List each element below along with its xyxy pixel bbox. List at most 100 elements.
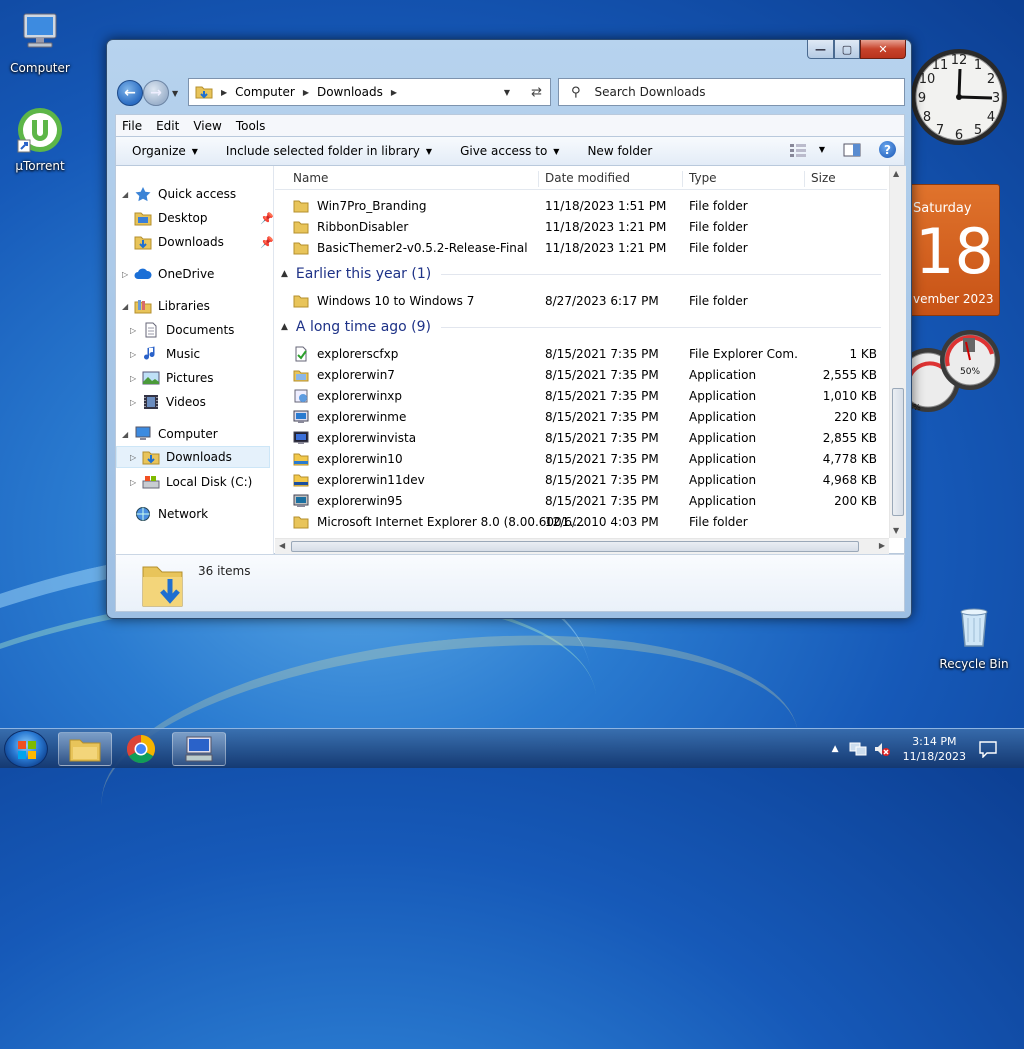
svg-text:5: 5 xyxy=(974,123,982,138)
application-icon xyxy=(294,389,308,402)
menu-file[interactable]: File xyxy=(122,119,142,133)
file-row[interactable]: Win7Pro_Branding 11/18/2023 1:51 PM File… xyxy=(275,195,887,216)
horizontal-scrollbar[interactable]: ◀ ▶ xyxy=(275,538,889,554)
collapse-icon[interactable]: ◢ xyxy=(122,302,134,311)
collapse-icon[interactable]: ◢ xyxy=(122,190,134,199)
address-bar[interactable]: ▶ Computer ▶ Downloads ▶ ▼ ⇄ xyxy=(188,78,551,106)
vertical-scroll-thumb[interactable] xyxy=(892,388,904,516)
file-name: explorerwinxp xyxy=(317,388,403,403)
vertical-scrollbar[interactable]: ▲ ▼ xyxy=(889,166,906,538)
maximize-button[interactable]: ▢ xyxy=(834,40,860,59)
minimize-button[interactable]: — xyxy=(807,40,834,59)
file-row[interactable]: explorerscfxp 8/15/2021 7:35 PM File Exp… xyxy=(275,343,887,364)
include-in-library-button[interactable]: Include selected folder in library ▼ xyxy=(226,144,432,158)
desktop-icon-label: Recycle Bin xyxy=(939,657,1009,671)
nav-desktop[interactable]: Desktop 📌 xyxy=(134,207,273,229)
view-options-icon[interactable] xyxy=(789,143,807,157)
file-date: 8/15/2021 7:35 PM xyxy=(545,472,659,487)
expand-icon[interactable]: ▷ xyxy=(130,478,142,487)
desktop-icon-utorrent[interactable]: µTorrent xyxy=(4,106,76,173)
recent-pages-dropdown[interactable]: ▼ xyxy=(172,89,178,98)
collapse-icon[interactable]: ◢ xyxy=(122,430,134,439)
scroll-right-icon[interactable]: ▶ xyxy=(879,541,885,550)
clock-gadget[interactable]: 12 12 3 4567 8 9 1011 xyxy=(908,35,1010,159)
nav-music[interactable]: ▷ Music xyxy=(130,343,200,365)
scroll-left-icon[interactable]: ◀ xyxy=(279,541,285,550)
preview-pane-icon[interactable] xyxy=(843,143,861,157)
organize-button[interactable]: Organize ▼ xyxy=(132,144,198,158)
desktop-icon-label: Computer xyxy=(10,61,70,75)
collapse-group-icon[interactable]: ▲ xyxy=(281,322,288,332)
collapse-group-icon[interactable]: ▲ xyxy=(281,269,288,279)
show-hidden-icons-icon[interactable]: ▲ xyxy=(832,744,839,754)
file-row[interactable]: Microsoft Internet Explorer 8.0 (8.00.60… xyxy=(275,511,887,532)
menu-view[interactable]: View xyxy=(193,119,221,133)
refresh-icon[interactable]: ⇄ xyxy=(531,85,542,100)
explorer-window[interactable]: — ▢ ✕ ← → ▼ ▶ Computer ▶ Downloads ▶ ▼ ⇄… xyxy=(106,39,912,619)
horizontal-scroll-thumb[interactable] xyxy=(291,541,859,552)
expand-icon[interactable]: ▷ xyxy=(130,374,142,383)
start-button[interactable] xyxy=(4,730,48,768)
cpu-meter-gadget[interactable]: 50% 3% xyxy=(908,328,1004,424)
volume-muted-icon[interactable] xyxy=(873,741,891,757)
column-date-modified[interactable]: Date modified xyxy=(539,171,683,187)
help-icon[interactable]: ? xyxy=(879,141,896,158)
breadcrumb-downloads[interactable]: Downloads xyxy=(317,85,383,99)
expand-icon[interactable]: ▷ xyxy=(122,270,134,279)
view-dropdown-icon[interactable]: ▼ xyxy=(819,145,825,154)
nav-downloads-selected[interactable]: ▷ Downloads xyxy=(116,446,270,468)
menu-tools[interactable]: Tools xyxy=(236,119,266,133)
file-row[interactable]: explorerwinvista 8/15/2021 7:35 PM Appli… xyxy=(275,427,887,448)
menu-edit[interactable]: Edit xyxy=(156,119,179,133)
file-row[interactable]: explorerwinme 8/15/2021 7:35 PM Applicat… xyxy=(275,406,887,427)
desktop-icon-recycle-bin[interactable]: Recycle Bin xyxy=(938,604,1010,671)
taskbar-explorer-button[interactable] xyxy=(58,732,112,766)
file-row[interactable]: explorerwin10 8/15/2021 7:35 PM Applicat… xyxy=(275,448,887,469)
nav-computer[interactable]: ◢ Computer xyxy=(122,423,218,445)
nav-documents[interactable]: ▷ Documents xyxy=(130,319,234,341)
file-row[interactable]: explorerwin95 8/15/2021 7:35 PM Applicat… xyxy=(275,490,887,511)
back-button[interactable]: ← xyxy=(117,80,143,106)
forward-button[interactable]: → xyxy=(143,80,169,106)
column-size[interactable]: Size xyxy=(805,171,887,187)
taskbar-app-button[interactable] xyxy=(172,732,226,766)
give-access-button[interactable]: Give access to ▼ xyxy=(460,144,559,158)
notifications-icon[interactable] xyxy=(978,740,998,758)
file-row[interactable]: Windows 10 to Windows 7 8/27/2023 6:17 P… xyxy=(275,290,887,311)
expand-icon[interactable]: ▷ xyxy=(130,453,142,462)
column-name[interactable]: Name xyxy=(275,171,539,187)
taskbar-clock[interactable]: 3:14 PM 11/18/2023 xyxy=(903,734,966,764)
file-type: File folder xyxy=(689,293,748,308)
close-button[interactable]: ✕ xyxy=(860,40,906,59)
nav-network[interactable]: Network xyxy=(122,503,208,525)
nav-local-disk[interactable]: ▷ Local Disk (C:) xyxy=(130,471,252,493)
file-row[interactable]: BasicThemer2-v0.5.2-Release-Final 11/18/… xyxy=(275,237,887,258)
scroll-down-icon[interactable]: ▼ xyxy=(893,526,899,535)
file-row[interactable]: explorerwin11dev 8/15/2021 7:35 PM Appli… xyxy=(275,469,887,490)
scroll-up-icon[interactable]: ▲ xyxy=(893,169,899,178)
desktop-icon-computer[interactable]: Computer xyxy=(4,8,76,75)
search-box[interactable]: ⚲ Search Downloads xyxy=(558,78,905,106)
new-folder-button[interactable]: New folder xyxy=(587,144,652,158)
breadcrumb-computer[interactable]: Computer xyxy=(235,85,295,99)
nav-downloads-pinned[interactable]: Downloads 📌 xyxy=(134,231,273,253)
nav-quick-access[interactable]: ◢ Quick access xyxy=(122,183,236,205)
nav-libraries[interactable]: ◢ Libraries xyxy=(122,295,210,317)
column-type[interactable]: Type xyxy=(683,171,805,187)
group-header-long-time-ago[interactable]: ▲ A long time ago (9) xyxy=(281,315,881,339)
address-history-dropdown[interactable]: ▼ xyxy=(504,88,510,97)
expand-icon[interactable]: ▷ xyxy=(130,326,142,335)
network-status-icon[interactable] xyxy=(849,741,867,757)
file-row[interactable]: explorerwinxp 8/15/2021 7:35 PM Applicat… xyxy=(275,385,887,406)
taskbar-chrome-button[interactable] xyxy=(114,732,168,766)
group-header-earlier-this-year[interactable]: ▲ Earlier this year (1) xyxy=(281,262,881,286)
nav-pictures[interactable]: ▷ Pictures xyxy=(130,367,214,389)
calendar-gadget[interactable]: Saturday 18 vember 2023 xyxy=(908,184,1000,316)
nav-label: Downloads xyxy=(166,450,232,464)
nav-videos[interactable]: ▷ Videos xyxy=(130,391,206,413)
file-row[interactable]: explorerwin7 8/15/2021 7:35 PM Applicati… xyxy=(275,364,887,385)
nav-onedrive[interactable]: ▷ OneDrive xyxy=(122,263,214,285)
file-row[interactable]: RibbonDisabler 11/18/2023 1:21 PM File f… xyxy=(275,216,887,237)
expand-icon[interactable]: ▷ xyxy=(130,350,142,359)
expand-icon[interactable]: ▷ xyxy=(130,398,142,407)
